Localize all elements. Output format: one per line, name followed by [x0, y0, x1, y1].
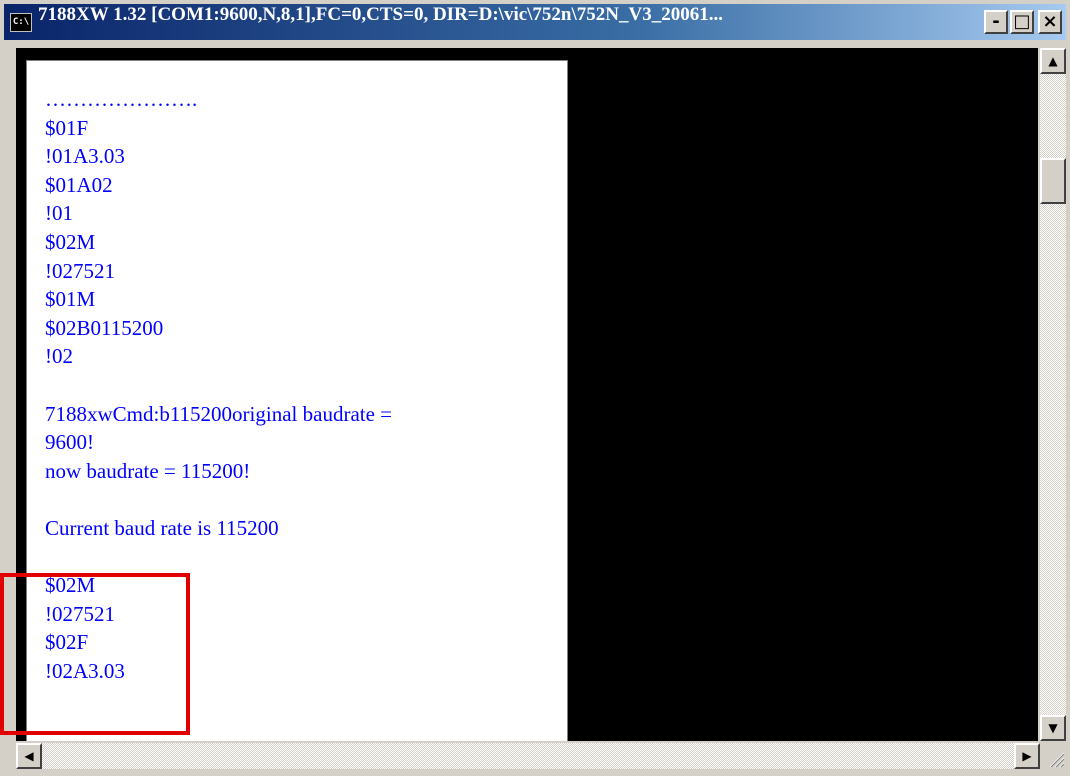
output-line: $01F [45, 115, 89, 140]
horizontal-scrollbar[interactable]: ◀ ▶ [16, 743, 1040, 769]
vertical-scrollbar[interactable]: ▲ ▼ [1040, 48, 1066, 741]
output-line [45, 371, 392, 400]
output-line: $02B0115200 [45, 315, 164, 340]
output-line: !01 [45, 201, 73, 226]
output-line: $02M [45, 229, 96, 254]
console-app-icon[interactable]: C:\ [10, 13, 32, 32]
annotation-highlight-box [0, 573, 190, 735]
output-line: …………………. [45, 87, 198, 111]
resize-grip-lines [1049, 752, 1065, 768]
vertical-scroll-thumb[interactable] [1040, 158, 1066, 204]
minimize-button[interactable]: - [984, 10, 1008, 34]
title-bar[interactable]: C:\ 7188XW 1.32 [COM1:9600,N,8,1],FC=0,C… [4, 4, 1066, 40]
output-line: $01A02 [45, 172, 113, 197]
output-line: 9600! [45, 430, 94, 455]
scroll-right-arrow-icon[interactable]: ▶ [1014, 743, 1040, 769]
scroll-down-arrow-icon[interactable]: ▼ [1040, 715, 1066, 741]
scroll-up-arrow-icon[interactable]: ▲ [1040, 48, 1066, 74]
output-line: !01A3.03 [45, 144, 125, 169]
output-line: now baudrate = 115200! [45, 458, 251, 483]
maximize-button[interactable]: □ [1010, 10, 1034, 34]
window-title: 7188XW 1.32 [COM1:9600,N,8,1],FC=0,CTS=0… [38, 4, 723, 25]
console-window: C:\ 7188XW 1.32 [COM1:9600,N,8,1],FC=0,C… [0, 0, 1070, 776]
output-line: 7188xwCmd:b115200original baudrate = [45, 401, 393, 426]
resize-grip-icon[interactable] [1040, 743, 1066, 769]
output-line: Current baud rate is 115200 [45, 515, 279, 540]
close-button[interactable]: × [1038, 10, 1062, 34]
output-line [45, 485, 392, 514]
scroll-left-arrow-icon[interactable]: ◀ [16, 743, 42, 769]
output-line: !027521 [45, 258, 115, 283]
output-line: $01M [45, 287, 96, 312]
output-line: !02 [45, 344, 73, 369]
output-line [45, 543, 392, 572]
